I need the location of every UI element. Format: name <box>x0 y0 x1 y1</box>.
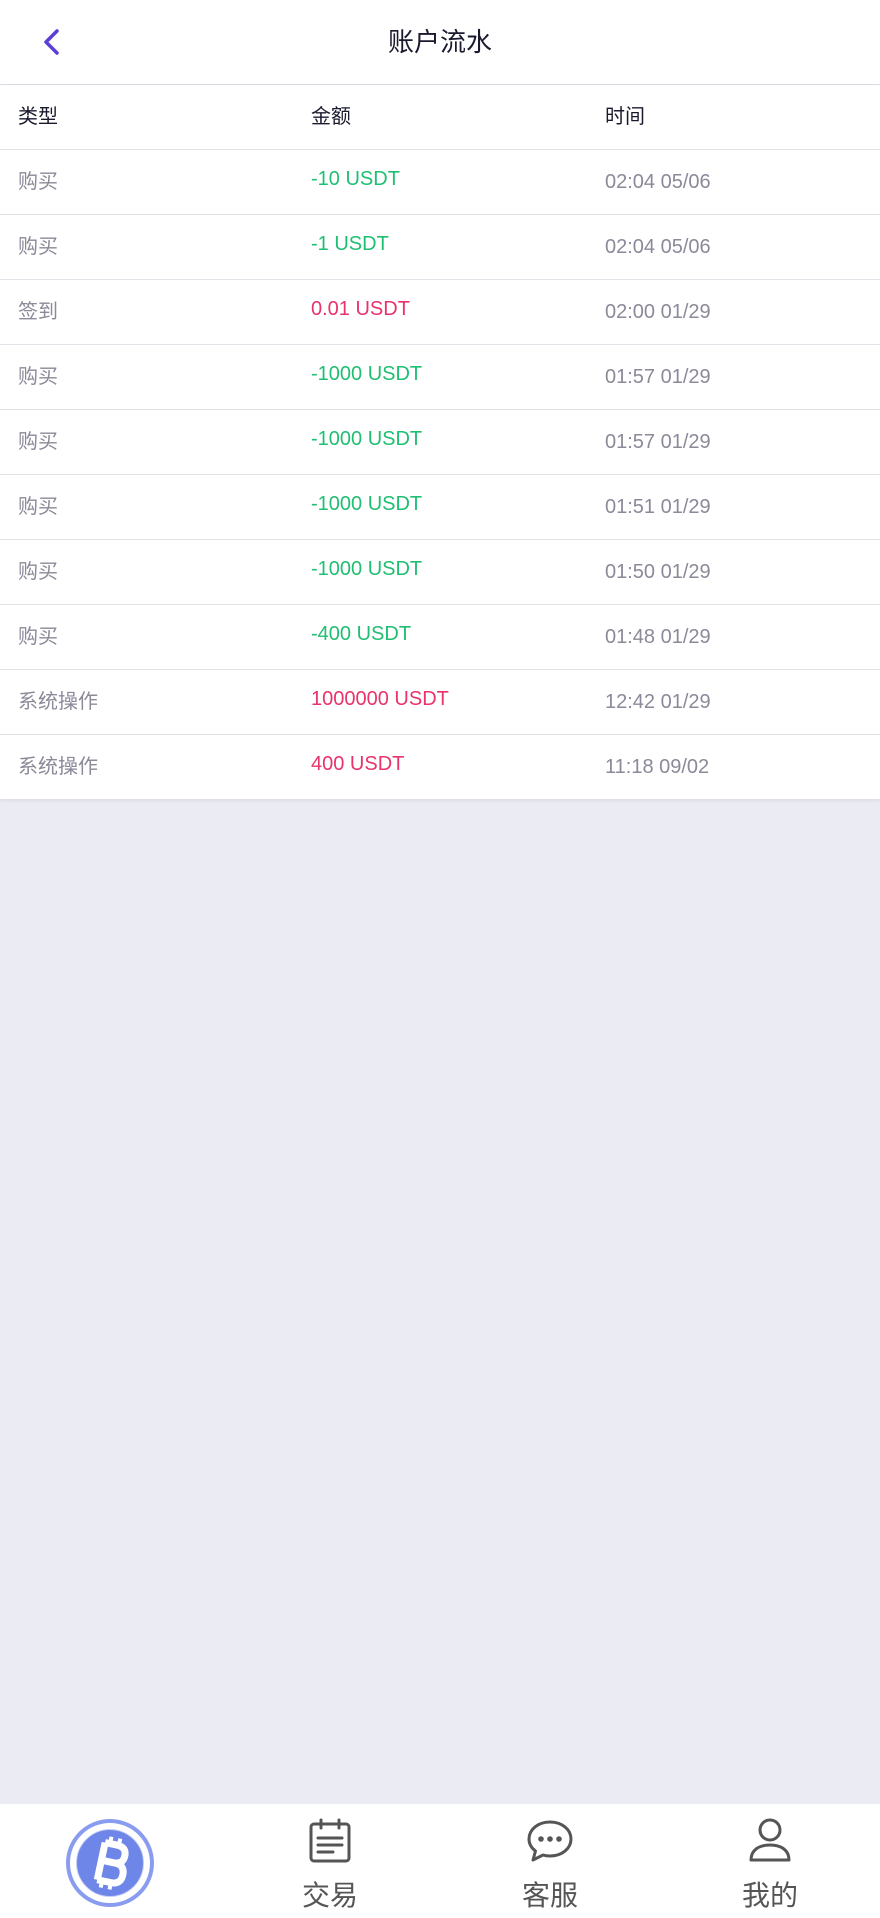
header-bar: 账户流水 <box>0 0 880 85</box>
transaction-time: 01:57 01/29 <box>605 366 711 388</box>
transaction-type: 签到 <box>18 301 58 323</box>
transaction-amount: -1 USDT <box>311 233 389 255</box>
tab-home[interactable] <box>0 1804 220 1918</box>
transaction-amount: 1000000 USDT <box>311 688 449 710</box>
transaction-amount: -400 USDT <box>311 623 412 645</box>
transaction-type: 购买 <box>18 431 58 453</box>
transaction-type: 购买 <box>18 236 58 258</box>
column-header-time: 时间 <box>605 106 645 128</box>
transaction-time: 02:00 01/29 <box>605 301 711 323</box>
page-title: 账户流水 <box>387 27 492 57</box>
table-row: 系统操作 1000000 USDT 12:42 01/29 <box>0 670 880 735</box>
transactions-table: 类型 金额 时间 购买 -10 USDT 02:04 05/06 购买 -1 USDT 0… <box>0 85 880 799</box>
table-row: 购买 -1 USDT 02:04 05/06 <box>0 215 880 280</box>
tab-label-support: 客服 <box>521 1880 578 1911</box>
table-row: 购买 -10 USDT 02:04 05/06 <box>0 150 880 215</box>
column-header-type: 类型 <box>18 106 58 128</box>
transaction-type: 购买 <box>18 626 58 648</box>
transaction-time: 12:42 01/29 <box>605 691 711 713</box>
transaction-type: 购买 <box>18 366 58 388</box>
bitcoin-icon <box>66 1819 154 1907</box>
transaction-time: 01:57 01/29 <box>605 431 711 453</box>
table-header: 类型 金额 时间 <box>0 85 880 150</box>
tab-trade[interactable]: 交易 <box>220 1804 440 1918</box>
tab-label-profile: 我的 <box>741 1880 798 1911</box>
transaction-amount: -1000 USDT <box>311 493 423 515</box>
table-row: 签到 0.01 USDT 02:00 01/29 <box>0 280 880 345</box>
transaction-type: 系统操作 <box>18 756 98 778</box>
table-row: 购买 -400 USDT 01:48 01/29 <box>0 605 880 670</box>
transaction-amount: 400 USDT <box>311 753 405 775</box>
transaction-time: 01:50 01/29 <box>605 561 711 583</box>
transaction-amount: -1000 USDT <box>311 363 423 385</box>
column-header-amount: 金额 <box>311 106 351 128</box>
transaction-type: 购买 <box>18 496 58 518</box>
table-row: 购买 -1000 USDT 01:57 01/29 <box>0 345 880 410</box>
transaction-time: 01:51 01/29 <box>605 496 711 518</box>
transaction-amount: -10 USDT <box>311 168 400 190</box>
table-row: 系统操作 400 USDT 11:18 09/02 <box>0 735 880 799</box>
bottom-tab-bar: 交易 客服 我的 <box>0 1804 880 1918</box>
transaction-time: 02:04 05/06 <box>605 171 711 193</box>
transaction-amount: 0.01 USDT <box>311 298 410 320</box>
transaction-amount: -1000 USDT <box>311 428 423 450</box>
transaction-type: 购买 <box>18 561 58 583</box>
table-row: 购买 -1000 USDT 01:50 01/29 <box>0 540 880 605</box>
chat-bubble-icon <box>527 1820 573 1862</box>
table-row: 购买 -1000 USDT 01:51 01/29 <box>0 475 880 540</box>
transaction-type: 购买 <box>18 171 58 193</box>
transaction-time: 02:04 05/06 <box>605 236 711 258</box>
tab-label-trade: 交易 <box>301 1880 358 1911</box>
transaction-amount: -1000 USDT <box>311 558 423 580</box>
table-row: 购买 -1000 USDT 01:57 01/29 <box>0 410 880 475</box>
clipboard-list-icon <box>309 1818 351 1863</box>
transaction-time: 11:18 09/02 <box>605 756 710 778</box>
tab-profile[interactable]: 我的 <box>660 1804 880 1918</box>
transaction-type: 系统操作 <box>18 691 98 713</box>
tab-support[interactable]: 客服 <box>440 1804 660 1918</box>
transaction-time: 01:48 01/29 <box>605 626 711 648</box>
user-icon <box>749 1818 791 1862</box>
